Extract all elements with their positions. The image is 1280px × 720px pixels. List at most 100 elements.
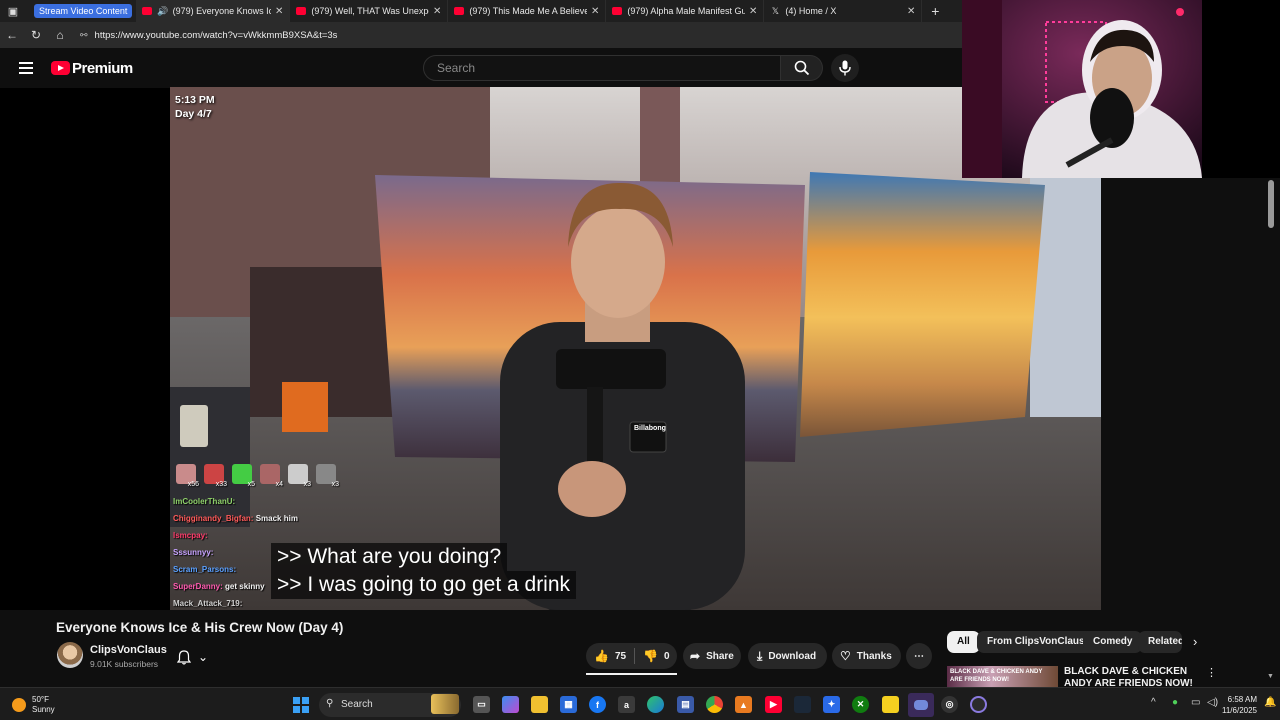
notifications-icon[interactable]: 🔔 xyxy=(1264,697,1276,708)
browser-tab-4[interactable]: 𝕏 (4) Home / X ✕ xyxy=(764,0,923,22)
emote: x3 xyxy=(288,464,311,488)
speaker-icon[interactable]: 🔊 xyxy=(157,6,168,17)
tab-group-label[interactable]: Stream Video Content xyxy=(34,4,133,18)
close-tab-icon[interactable]: ✕ xyxy=(591,6,599,17)
home-icon[interactable]: ⌂ xyxy=(48,28,72,42)
chat-user: lsmcpay: xyxy=(173,531,208,540)
youtube-app-icon[interactable]: ▶ xyxy=(765,696,782,713)
edge-icon[interactable] xyxy=(647,696,664,713)
caption-line-2: >> I was going to go get a drink xyxy=(271,571,577,599)
weather-condition: Sunny xyxy=(32,705,55,714)
taskbar-search-label: Search xyxy=(341,699,373,710)
recommendation-menu-icon[interactable]: ⋮ xyxy=(1206,666,1217,679)
bell-icon xyxy=(177,649,191,665)
dislike-icon[interactable]: 👎 xyxy=(643,649,658,663)
clock-time: 6:58 AM xyxy=(1227,695,1257,704)
sticky-notes-icon[interactable] xyxy=(882,696,899,713)
calculator-icon[interactable]: ▤ xyxy=(677,696,694,713)
chevron-right-icon[interactable]: › xyxy=(1193,634,1197,649)
emote-count: x56 xyxy=(187,481,199,488)
reload-icon[interactable]: ↻ xyxy=(24,28,48,42)
chip-all[interactable]: All xyxy=(947,631,980,653)
search-input[interactable]: Search xyxy=(423,55,781,81)
browser-tab-3[interactable]: (979) Alpha Male Manifest Guru ✕ xyxy=(606,0,765,22)
channel-avatar[interactable] xyxy=(57,642,83,668)
start-button[interactable] xyxy=(293,697,309,713)
emote-count: x3 xyxy=(331,481,339,488)
recommendation-thumbnail[interactable]: BLACK DAVE & CHICKEN ANDY ARE FRIENDS NO… xyxy=(947,666,1058,687)
browser-tab-0[interactable]: 🔊 (979) Everyone Knows Ice & ✕ xyxy=(136,0,291,22)
voice-search-button[interactable] xyxy=(831,54,859,82)
shirt-logo: Billabong xyxy=(634,425,666,432)
clock-date: 11/6/2025 xyxy=(1222,706,1257,715)
download-label: Download xyxy=(768,650,817,662)
youtube-brand[interactable]: Premium xyxy=(72,60,133,77)
new-tab-icon[interactable]: + xyxy=(922,3,948,19)
microphone-icon xyxy=(839,60,851,76)
back-icon[interactable]: ← xyxy=(0,28,24,42)
tray-overflow-icon[interactable]: ^ xyxy=(1151,697,1156,708)
chat-message: Chigginandy_Bigfan: Smack him xyxy=(173,510,343,527)
like-icon[interactable]: 👍 xyxy=(594,649,609,663)
download-button[interactable]: ⤓ Download xyxy=(748,643,827,669)
system-clock[interactable]: 6:58 AM 11/6/2025 xyxy=(1222,694,1257,716)
like-dislike-group: 👍 75 👎 0 xyxy=(586,643,677,669)
recommendation-title[interactable]: BLACK DAVE & CHICKEN ANDY ARE FRIENDS NO… xyxy=(1064,666,1204,687)
video-title: Everyone Knows Ice & His Crew Now (Day 4… xyxy=(56,620,344,635)
facebook-icon[interactable]: f xyxy=(589,696,606,713)
overlay-time: 5:13 PM xyxy=(175,94,215,106)
site-info-icon[interactable]: ⚯ xyxy=(80,30,88,41)
scroll-down-icon[interactable]: ▼ xyxy=(1267,673,1274,680)
chip-from-channel[interactable]: From ClipsVonClaus xyxy=(977,631,1095,653)
close-tab-icon[interactable]: ✕ xyxy=(749,6,757,17)
vlc-icon[interactable]: ▲ xyxy=(735,696,752,713)
weather-widget[interactable]: 50°F Sunny xyxy=(12,695,55,715)
search-highlight-icon[interactable] xyxy=(431,694,459,714)
steam-icon[interactable] xyxy=(794,696,811,713)
file-explorer-icon[interactable] xyxy=(531,696,548,713)
chrome-icon[interactable] xyxy=(706,696,723,713)
copilot-icon[interactable] xyxy=(502,696,519,713)
xbox-icon[interactable]: ✕ xyxy=(852,696,869,713)
emote-count: x5 xyxy=(247,481,255,488)
task-view-icon[interactable]: ▭ xyxy=(473,696,490,713)
like-count[interactable]: 75 xyxy=(615,651,626,662)
browser-tab-2[interactable]: (979) This Made Me A Believer in ✕ xyxy=(448,0,607,22)
search-icon: ⚲ xyxy=(326,698,334,709)
emote: x3 xyxy=(316,464,339,488)
amazon-icon[interactable]: a xyxy=(618,696,635,713)
more-actions-button[interactable]: ⋯ xyxy=(906,643,932,669)
notification-bell-button[interactable]: ⌄ xyxy=(177,645,225,669)
microphone-tray-icon[interactable]: ● xyxy=(1172,697,1178,708)
chat-user: Scram_Parsons: xyxy=(173,565,237,574)
app-icon[interactable]: ✦ xyxy=(823,696,840,713)
browser-tab-1[interactable]: (979) Well, THAT Was Unexpected ✕ xyxy=(290,0,449,22)
search-button[interactable] xyxy=(781,55,823,81)
close-tab-icon[interactable]: ✕ xyxy=(907,6,915,17)
share-button[interactable]: ➦ Share xyxy=(683,643,741,669)
close-tab-icon[interactable]: ✕ xyxy=(275,6,283,17)
discord-icon[interactable] xyxy=(908,693,934,717)
chat-user: SuperDanny: xyxy=(173,582,223,591)
thanks-button[interactable]: ♡ Thanks xyxy=(832,643,901,669)
menu-icon[interactable] xyxy=(19,62,33,74)
url-field[interactable]: ⚯ https://www.youtube.com/watch?v=vWkkmm… xyxy=(80,25,952,45)
share-icon: ➦ xyxy=(690,649,701,663)
channel-name[interactable]: ClipsVonClaus xyxy=(90,644,167,656)
store-icon[interactable]: ▦ xyxy=(560,696,577,713)
obs-icon[interactable]: ◎ xyxy=(941,696,958,713)
youtube-logo-icon[interactable] xyxy=(51,61,70,75)
url-text: https://www.youtube.com/watch?v=vWkkmmB9… xyxy=(94,29,338,41)
chip-comedy[interactable]: Comedy xyxy=(1083,631,1143,653)
app-circle-icon[interactable] xyxy=(970,696,987,713)
tab-title: (979) This Made Me A Believer in xyxy=(469,6,587,16)
close-tab-icon[interactable]: ✕ xyxy=(433,6,441,17)
chip-related[interactable]: Related xyxy=(1138,631,1182,653)
volume-icon[interactable]: ◁) xyxy=(1207,697,1218,708)
tab-actions-icon[interactable]: ▣ xyxy=(0,0,26,22)
more-icon: ⋯ xyxy=(914,650,924,662)
caption-line-1: >> What are you doing? xyxy=(271,543,508,571)
network-icon[interactable]: ▭ xyxy=(1191,697,1200,708)
dislike-count[interactable]: 0 xyxy=(664,651,670,662)
page-scrollbar-thumb[interactable] xyxy=(1268,180,1274,228)
